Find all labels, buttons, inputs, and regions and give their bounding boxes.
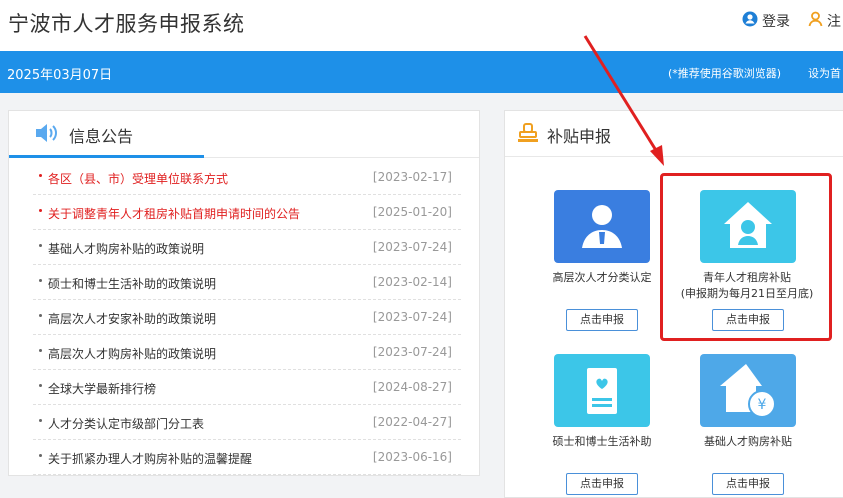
current-date: 2025年03月07日	[7, 68, 113, 83]
portrait-icon	[554, 205, 650, 267]
apply-button[interactable]: 点击申报	[712, 473, 784, 495]
stamp-icon	[516, 123, 540, 149]
announcement-item[interactable]: 基础人才购房补贴的政策说明 [2023-07-24]	[33, 230, 461, 265]
site-title: 宁波市人才服务申报系统	[8, 12, 245, 36]
site-header: 宁波市人才服务申报系统 登录 注	[0, 0, 843, 51]
announcement-item-date: [2023-06-16]	[372, 450, 452, 464]
speaker-icon	[34, 123, 60, 147]
highlight-box	[660, 173, 832, 341]
svg-text:¥: ¥	[758, 397, 767, 413]
apply-button[interactable]: 点击申报	[566, 473, 638, 495]
user-icon	[742, 11, 758, 31]
announcement-item[interactable]: 高层次人才购房补贴的政策说明 [2023-07-24]	[33, 335, 461, 370]
graduate-living-subsidy-tile[interactable]	[554, 354, 650, 427]
announcement-item-date: [2024-08-27]	[372, 380, 452, 394]
house-yen-icon: ¥	[700, 364, 796, 431]
announcement-item[interactable]: 关于抓紧办理人才购房补贴的温馨提醒 [2023-06-16]	[33, 440, 461, 475]
register-label: 注	[827, 14, 841, 30]
announcement-item-date: [2023-02-17]	[372, 170, 452, 184]
tile-label: 基础人才购房补贴	[704, 435, 792, 448]
announcement-item-title[interactable]: 各区（县、市）受理单位联系方式	[48, 170, 228, 187]
bullet	[39, 349, 42, 352]
announcement-title: 信息公告	[69, 127, 134, 146]
announcement-item-title[interactable]: 关于调整青年人才租房补贴首期申请时间的公告	[48, 205, 300, 222]
announcement-item-title[interactable]: 全球大学最新排行榜	[48, 380, 156, 397]
bullet	[39, 454, 42, 457]
announcement-item[interactable]: 人才分类认定市级部门分工表 [2022-04-27]	[33, 405, 461, 440]
bullet	[39, 244, 42, 247]
announcement-item[interactable]: 关于调整青年人才租房补贴首期申请时间的公告 [2025-01-20]	[33, 195, 461, 230]
announcement-item-date: [2023-07-24]	[372, 240, 452, 254]
divider	[204, 157, 479, 158]
announcement-item-date: [2023-07-24]	[372, 345, 452, 359]
bullet	[39, 209, 42, 212]
apply-button[interactable]: 点击申报	[566, 309, 638, 331]
bullet	[39, 314, 42, 317]
set-homepage-link[interactable]: 设为首	[808, 65, 841, 81]
talent-classification-tile[interactable]	[554, 190, 650, 263]
announcement-item-title[interactable]: 高层次人才安家补助的政策说明	[48, 310, 216, 327]
bullet	[39, 279, 42, 282]
announcement-item-title[interactable]: 人才分类认定市级部门分工表	[48, 415, 204, 432]
announcement-header: 信息公告	[9, 111, 204, 158]
announcement-item-title[interactable]: 基础人才购房补贴的政策说明	[48, 240, 204, 257]
announcement-item-title[interactable]: 硕士和博士生活补助的政策说明	[48, 275, 216, 292]
login-link[interactable]: 登录	[742, 11, 790, 31]
announcement-item[interactable]: 硕士和博士生活补助的政策说明 [2023-02-14]	[33, 265, 461, 300]
heart-hands-icon	[554, 368, 650, 431]
announcement-item-date: [2023-02-14]	[372, 275, 452, 289]
subsidy-title: 补贴申报	[547, 127, 612, 146]
tile-label: 高层次人才分类认定	[552, 271, 652, 284]
announcement-item-title[interactable]: 高层次人才购房补贴的政策说明	[48, 345, 216, 362]
person-icon	[808, 11, 823, 31]
announcement-item-date: [2022-04-27]	[372, 415, 452, 429]
announcement-item-date: [2023-07-24]	[372, 310, 452, 324]
bullet	[39, 384, 42, 387]
announcement-item-title[interactable]: 关于抓紧办理人才购房补贴的温馨提醒	[48, 450, 252, 467]
announcement-item[interactable]: 全球大学最新排行榜 [2024-08-27]	[33, 370, 461, 405]
announcement-panel: 信息公告 各区（县、市）受理单位联系方式 [2023-02-17] 关于调整青年人才…	[8, 110, 480, 476]
bullet	[39, 174, 42, 177]
basic-housing-subsidy-tile[interactable]: ¥	[700, 354, 796, 427]
login-label: 登录	[762, 14, 790, 30]
register-link[interactable]: 注	[808, 11, 841, 31]
tile-label: 硕士和博士生活补助	[552, 435, 652, 448]
top-bar: 2025年03月07日 (*推荐使用谷歌浏览器) 设为首	[0, 51, 843, 93]
browser-tip: (*推荐使用谷歌浏览器)	[668, 67, 782, 80]
bullet	[39, 419, 42, 422]
announcement-item[interactable]: 高层次人才安家补助的政策说明 [2023-07-24]	[33, 300, 461, 335]
subsidy-header: 补贴申报	[505, 111, 843, 157]
announcement-item-date: [2025-01-20]	[372, 205, 452, 219]
announcement-item[interactable]: 各区（县、市）受理单位联系方式 [2023-02-17]	[33, 160, 461, 195]
